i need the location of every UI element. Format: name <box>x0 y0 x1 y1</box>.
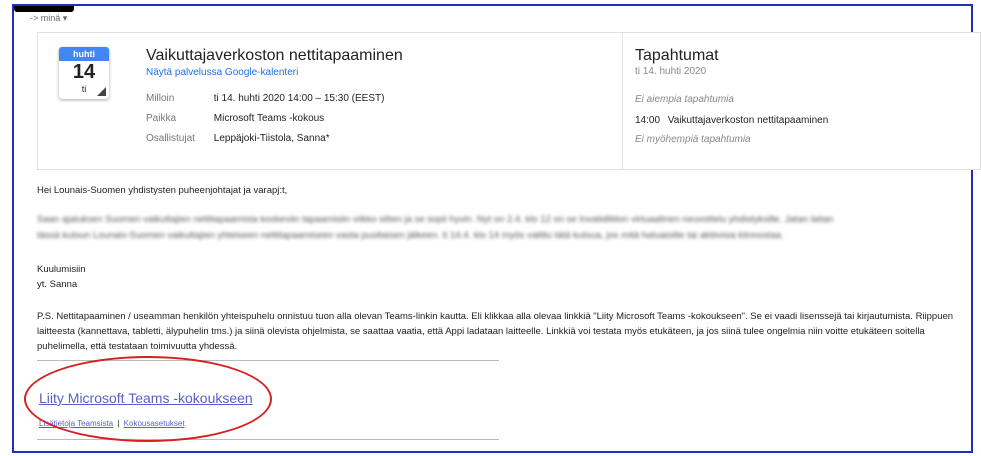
links-separator: | <box>117 419 120 428</box>
teams-divider-top <box>37 360 499 361</box>
recipient-toggle[interactable]: -> minä ▾ <box>30 13 67 24</box>
where-label: Paikka <box>146 113 177 124</box>
calendar-date-badge: huhti 14 ti <box>59 47 109 99</box>
calendar-page-curl-icon <box>97 87 106 96</box>
signature: yt. Sanna <box>37 279 78 290</box>
event-attendees-row: Osallistujat Leppäjoki-Tiistola, Sanna* <box>146 133 330 144</box>
message-paragraph-line-2: tässä kutsun Lounais-Suomen vaikuttajien… <box>37 230 784 241</box>
schedule-event-name: Vaikuttajaverkoston nettitapaaminen <box>667 115 829 126</box>
calendar-invite-card: huhti 14 ti Vaikuttajaverkoston nettitap… <box>37 32 981 170</box>
schedule-date: ti 14. huhti 2020 <box>635 66 707 77</box>
where-value: Microsoft Teams -kokous <box>213 113 325 124</box>
teams-secondary-links: Lisätietoja Teamsista | Kokousasetukset <box>39 419 185 428</box>
greeting: Hei Lounais-Suomen yhdistysten puheenjoh… <box>37 185 288 196</box>
open-in-google-calendar-link[interactable]: Näytä palvelussa Google-kalenteri <box>146 67 298 78</box>
calendar-month: huhti <box>59 47 109 61</box>
attendees-label: Osallistujat <box>146 133 195 144</box>
ps-paragraph: P.S. Nettitapaaminen / useamman henkilön… <box>37 311 954 352</box>
schedule-event-row[interactable]: 14:00 Vaikuttajaverkoston nettitapaamine… <box>635 115 828 126</box>
calendar-day: 14 <box>72 61 96 83</box>
when-label: Milloin <box>146 93 175 104</box>
no-earlier-events: Ei aiempia tapahtumia <box>635 94 734 105</box>
schedule-event-time: 14:00 <box>635 115 661 126</box>
join-teams-meeting-link[interactable]: Liity Microsoft Teams -kokoukseen <box>39 390 253 406</box>
when-value: ti 14. huhti 2020 14:00 – 15:30 (EEST) <box>213 93 385 104</box>
attendees-value: Leppäjoki-Tiistola, Sanna* <box>213 133 330 144</box>
meeting-settings-link[interactable]: Kokousasetukset <box>124 419 185 428</box>
event-when-row: Milloin ti 14. huhti 2020 14:00 – 15:30 … <box>146 93 384 104</box>
message-paragraph-line-1: Saan ajatuksen Suomen vaikuttajien netti… <box>37 214 834 225</box>
teams-info-link[interactable]: Lisätietoja Teamsista <box>39 419 113 428</box>
top-edge-fragment <box>14 6 74 12</box>
teams-divider-bottom <box>37 439 499 440</box>
event-title: Vaikuttajaverkoston nettitapaaminen <box>146 47 403 64</box>
card-divider <box>622 33 623 170</box>
no-later-events: Ei myöhempiä tapahtumia <box>635 134 751 145</box>
regards: Kuulumisiin <box>37 264 86 275</box>
event-where-row: Paikka Microsoft Teams -kokous <box>146 113 324 124</box>
schedule-title: Tapahtumat <box>635 47 719 64</box>
email-frame: -> minä ▾ huhti 14 ti Vaikuttajaverkosto… <box>12 4 981 453</box>
